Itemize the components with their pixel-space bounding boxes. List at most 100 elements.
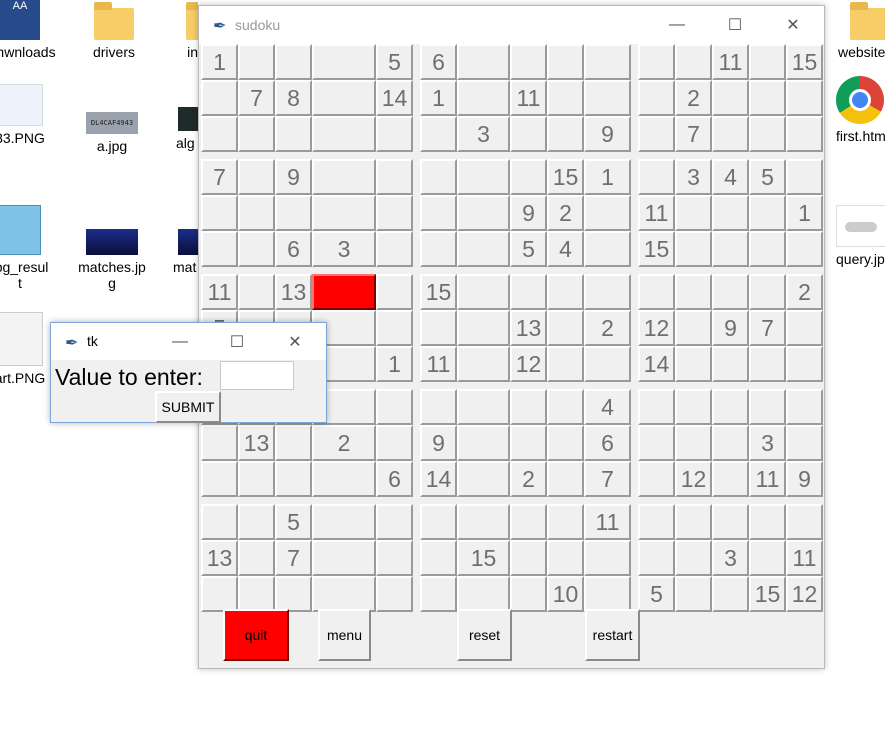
- sudoku-cell[interactable]: [584, 80, 631, 116]
- sudoku-cell[interactable]: 3: [312, 231, 376, 267]
- sudoku-cell[interactable]: [275, 195, 312, 231]
- sudoku-cell[interactable]: 11: [749, 461, 786, 497]
- sudoku-cell[interactable]: [510, 116, 547, 152]
- sudoku-cell[interactable]: [376, 116, 413, 152]
- sudoku-cell[interactable]: [312, 576, 376, 612]
- sudoku-cell[interactable]: [584, 44, 631, 80]
- sudoku-cell[interactable]: [510, 576, 547, 612]
- sudoku-cell[interactable]: [749, 346, 786, 382]
- sudoku-cell[interactable]: [749, 195, 786, 231]
- sudoku-cell[interactable]: 15: [547, 159, 584, 195]
- sudoku-cell[interactable]: [238, 231, 275, 267]
- sudoku-cell[interactable]: 1: [584, 159, 631, 195]
- sudoku-cell[interactable]: 11: [584, 504, 631, 540]
- sudoku-cell[interactable]: [312, 44, 376, 80]
- sudoku-cell[interactable]: [201, 461, 238, 497]
- sudoku-cell[interactable]: [510, 504, 547, 540]
- sudoku-cell[interactable]: [312, 195, 376, 231]
- sudoku-cell[interactable]: [675, 231, 712, 267]
- sudoku-cell[interactable]: [638, 461, 675, 497]
- sudoku-cell[interactable]: [675, 274, 712, 310]
- sudoku-cell[interactable]: [584, 576, 631, 612]
- maximize-button[interactable]: ☐: [712, 6, 758, 44]
- sudoku-cell[interactable]: [786, 116, 823, 152]
- sudoku-cell[interactable]: [420, 195, 457, 231]
- sudoku-cell[interactable]: [457, 461, 510, 497]
- sudoku-cell[interactable]: [457, 425, 510, 461]
- sudoku-cell[interactable]: [749, 504, 786, 540]
- sudoku-cell[interactable]: [638, 159, 675, 195]
- sudoku-cell[interactable]: 14: [638, 346, 675, 382]
- sudoku-cell[interactable]: [786, 231, 823, 267]
- sudoku-cell[interactable]: 11: [420, 346, 457, 382]
- sudoku-cell[interactable]: [786, 389, 823, 425]
- sudoku-cell[interactable]: [638, 80, 675, 116]
- sudoku-cell[interactable]: [638, 504, 675, 540]
- sudoku-cell[interactable]: [584, 195, 631, 231]
- maximize-button[interactable]: ☐: [214, 323, 260, 361]
- sudoku-cell[interactable]: [238, 195, 275, 231]
- sudoku-cell[interactable]: 2: [584, 310, 631, 346]
- desktop-icon-drivers[interactable]: drivers: [74, 0, 154, 60]
- sudoku-cell[interactable]: 15: [749, 576, 786, 612]
- sudoku-cell[interactable]: [547, 274, 584, 310]
- sudoku-cell[interactable]: [675, 576, 712, 612]
- sudoku-cell[interactable]: [638, 425, 675, 461]
- close-button[interactable]: ✕: [770, 6, 816, 44]
- sudoku-cell[interactable]: [584, 231, 631, 267]
- sudoku-cell[interactable]: [584, 540, 631, 576]
- sudoku-cell[interactable]: [376, 310, 413, 346]
- sudoku-cell[interactable]: [312, 504, 376, 540]
- sudoku-cell[interactable]: [749, 231, 786, 267]
- sudoku-cell[interactable]: [638, 116, 675, 152]
- sudoku-cell[interactable]: [547, 461, 584, 497]
- sudoku-cell[interactable]: 7: [749, 310, 786, 346]
- desktop-icon-33png[interactable]: 33.PNG: [0, 84, 60, 146]
- sudoku-cell[interactable]: [712, 80, 749, 116]
- sudoku-cell[interactable]: [510, 389, 547, 425]
- sudoku-cell[interactable]: [312, 540, 376, 576]
- sudoku-cell[interactable]: 7: [201, 159, 238, 195]
- sudoku-cell[interactable]: [510, 425, 547, 461]
- sudoku-cell[interactable]: [457, 44, 510, 80]
- minimize-button[interactable]: —: [157, 323, 203, 361]
- sudoku-cell[interactable]: [638, 274, 675, 310]
- sudoku-cell[interactable]: [712, 274, 749, 310]
- sudoku-cell[interactable]: 5: [638, 576, 675, 612]
- sudoku-cell[interactable]: [675, 425, 712, 461]
- sudoku-cell[interactable]: [749, 116, 786, 152]
- sudoku-cell[interactable]: [376, 274, 413, 310]
- minimize-button[interactable]: —: [654, 6, 700, 44]
- sudoku-cell[interactable]: [376, 425, 413, 461]
- sudoku-cell[interactable]: [675, 540, 712, 576]
- sudoku-cell[interactable]: 2: [547, 195, 584, 231]
- sudoku-cell[interactable]: [420, 159, 457, 195]
- sudoku-cell[interactable]: 6: [420, 44, 457, 80]
- sudoku-cell[interactable]: 1: [201, 44, 238, 80]
- sudoku-cell[interactable]: [712, 116, 749, 152]
- sudoku-cell[interactable]: [786, 159, 823, 195]
- sudoku-cell[interactable]: [420, 504, 457, 540]
- sudoku-cell[interactable]: 5: [376, 44, 413, 80]
- sudoku-cell[interactable]: [786, 80, 823, 116]
- sudoku-cell[interactable]: [238, 159, 275, 195]
- sudoku-cell[interactable]: [712, 425, 749, 461]
- desktop-icon-first-htm[interactable]: first.htm: [820, 76, 885, 144]
- sudoku-cell[interactable]: [238, 116, 275, 152]
- sudoku-cell[interactable]: [712, 461, 749, 497]
- sudoku-cell[interactable]: 6: [584, 425, 631, 461]
- sudoku-cell[interactable]: [786, 504, 823, 540]
- value-input[interactable]: [220, 361, 294, 390]
- sudoku-cell[interactable]: [201, 80, 238, 116]
- sudoku-cell[interactable]: 12: [786, 576, 823, 612]
- sudoku-cell[interactable]: 11: [712, 44, 749, 80]
- sudoku-cell[interactable]: [238, 504, 275, 540]
- sudoku-cell[interactable]: [675, 44, 712, 80]
- sudoku-cell[interactable]: 12: [675, 461, 712, 497]
- sudoku-cell[interactable]: 14: [376, 80, 413, 116]
- sudoku-cell[interactable]: [457, 159, 510, 195]
- sudoku-cell[interactable]: [457, 231, 510, 267]
- sudoku-cell[interactable]: 7: [275, 540, 312, 576]
- sudoku-cell[interactable]: 11: [638, 195, 675, 231]
- sudoku-cell[interactable]: [786, 346, 823, 382]
